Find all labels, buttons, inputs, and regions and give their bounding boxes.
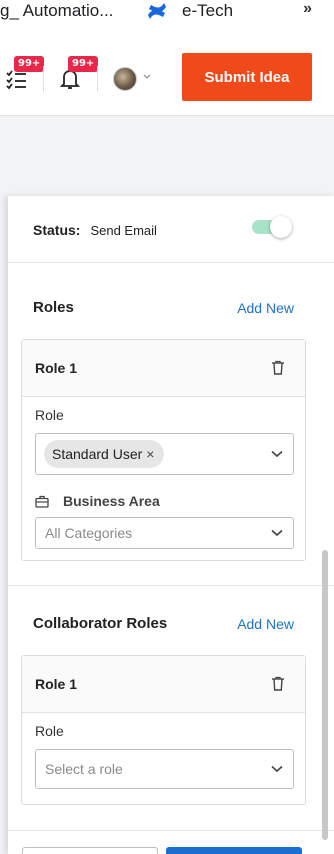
business-area-label: Business Area: [63, 493, 160, 509]
bookmark-automation-label: g_ Automatio...: [0, 1, 114, 20]
avatar[interactable]: [113, 67, 137, 91]
bookmarks-overflow-button[interactable]: »: [303, 0, 312, 18]
app-header: 99+ 99+ Submit Idea: [0, 36, 334, 116]
collaborator-roles-title: Collaborator Roles: [33, 615, 168, 632]
tasks-button[interactable]: 99+: [4, 56, 45, 90]
tasks-count-badge: 99+: [14, 56, 45, 72]
roles-title: Roles: [33, 299, 74, 316]
role-field-label: Role: [35, 407, 64, 423]
status-row: Status: Send Email: [33, 220, 157, 240]
business-area-label-row: Business Area: [35, 493, 160, 509]
role-chip-label: Standard User: [52, 446, 143, 462]
collaborator-role-placeholder: Select a role: [45, 761, 123, 777]
save-button[interactable]: [166, 847, 302, 854]
roles-add-new-link[interactable]: Add New: [237, 300, 294, 316]
role-card-title: Role 1: [35, 360, 78, 376]
chevron-down-icon: [271, 529, 283, 537]
trash-icon[interactable]: [271, 360, 285, 376]
header-divider: [97, 66, 98, 92]
divider: [8, 585, 334, 586]
bookmarks-bar: g_ Automatio... e-Tech »: [0, 0, 334, 36]
role-chip: Standard User ×: [44, 440, 165, 468]
notifications-count-badge: 99+: [68, 56, 99, 72]
chevron-down-icon: [271, 765, 283, 773]
notifications-button[interactable]: 99+: [58, 56, 99, 90]
send-email-toggle[interactable]: [252, 216, 292, 238]
collaborator-role-select[interactable]: Select a role: [35, 749, 294, 789]
role-card: Role 1 Role Standard User × Business Are…: [21, 339, 306, 561]
toggle-knob: [270, 216, 292, 238]
role-card-header: Role 1: [22, 340, 305, 397]
settings-panel: Status: Send Email Roles Add New Role 1 …: [8, 196, 334, 854]
bookmark-etech-label: e-Tech: [182, 1, 234, 20]
bookmark-automation[interactable]: g_ Automatio...: [0, 0, 113, 22]
collaborator-role-label: Role: [35, 723, 64, 739]
panel-scrollbar[interactable]: [322, 550, 328, 840]
cancel-button[interactable]: [22, 847, 158, 854]
briefcase-icon: [35, 495, 49, 508]
collaborator-card-title: Role 1: [35, 676, 78, 692]
divider: [8, 262, 334, 263]
bookmark-etech[interactable]: e-Tech: [146, 0, 233, 22]
chevron-down-icon: [271, 450, 283, 458]
chevron-down-icon[interactable]: [142, 72, 152, 82]
business-area-select[interactable]: All Categories: [35, 517, 294, 549]
chip-remove-icon[interactable]: ×: [146, 446, 154, 462]
collaborator-role-card: Role 1 Role Select a role: [21, 655, 306, 805]
confluence-logo-icon: [148, 3, 166, 19]
header-divider: [43, 66, 44, 92]
business-area-placeholder: All Categories: [45, 525, 133, 541]
divider: [8, 830, 334, 831]
status-value: Send Email: [90, 222, 157, 238]
role-select[interactable]: Standard User ×: [35, 433, 294, 475]
submit-idea-button[interactable]: Submit Idea: [182, 53, 312, 101]
status-label: Status:: [33, 222, 81, 238]
collaborator-card-header: Role 1: [22, 656, 305, 713]
collaborator-add-new-link[interactable]: Add New: [237, 616, 294, 632]
trash-icon[interactable]: [271, 676, 285, 692]
